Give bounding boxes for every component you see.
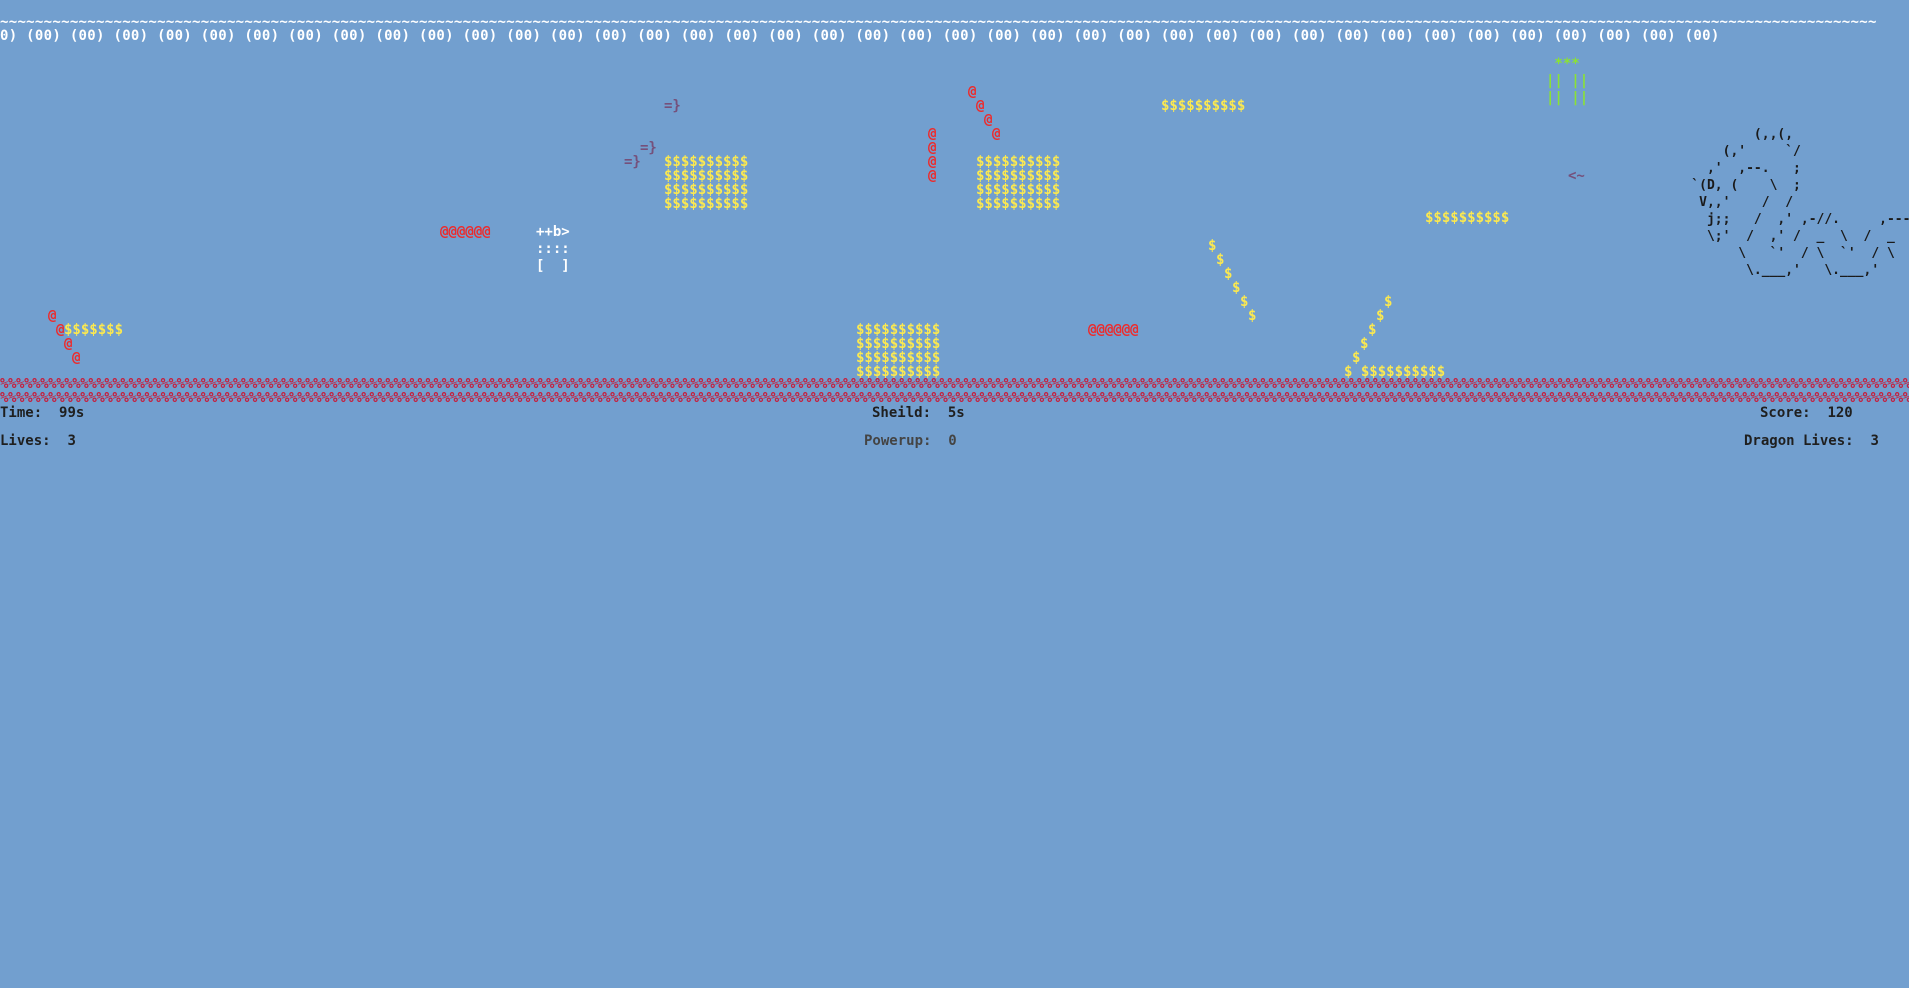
hud-time: Time: 99s xyxy=(0,405,84,422)
enemy: =} xyxy=(640,140,657,156)
obstacle-row: @@@@@@ xyxy=(440,224,491,240)
hud-shield: Sheild: 5s xyxy=(872,405,965,422)
coin-row: $$$$$$$$$$ xyxy=(1425,210,1510,226)
hud-score: Score: 120 xyxy=(1760,405,1853,422)
obstacle: @ xyxy=(992,126,1001,142)
hud-powerup-label: Powerup: xyxy=(864,433,932,449)
coin: $ xyxy=(1384,294,1393,310)
cloud-row: 0) (00) (00) (00) (00) (00) (00) (00) (0… xyxy=(0,28,1720,44)
player-character: ++b> :::: [ ] xyxy=(536,224,570,274)
coin: $ xyxy=(1376,308,1385,324)
coin: $ xyxy=(1248,308,1257,324)
obstacle-row: @@@@@@ xyxy=(1088,322,1139,338)
hud-powerup: Powerup: 0 xyxy=(864,433,957,450)
coin: $ xyxy=(1360,336,1369,352)
hud-dragon-lives-value: 3 xyxy=(1870,433,1879,449)
magnet-powerup: *** || || || || xyxy=(1546,56,1589,106)
hud-lives-value: 3 xyxy=(67,433,76,449)
hud-score-label: Score: xyxy=(1760,405,1811,421)
coin-row: $$$$$$$$$$ xyxy=(1161,98,1246,114)
coin-row: $$$$$$$$$$ xyxy=(664,196,749,212)
hud-shield-label: Sheild: xyxy=(872,405,932,421)
coin-row: $$$$$$$$$$ xyxy=(976,196,1061,212)
hud-dragon-lives-label: Dragon Lives: xyxy=(1744,433,1854,449)
obstacle: @ xyxy=(928,168,937,184)
hud-dragon-lives: Dragon Lives: 3 xyxy=(1744,433,1879,450)
hud-time-value: 99s xyxy=(59,405,85,421)
obstacle: @ xyxy=(72,350,81,366)
hud-lives: Lives: 3 xyxy=(0,433,76,450)
hud-powerup-value: 0 xyxy=(948,433,957,449)
dragon-boss: (,,(, (,' `/ ,' ,--. ; `(D, ( \ ; V,,' /… xyxy=(1691,127,1909,278)
hud-score-value: 120 xyxy=(1827,405,1853,421)
coin-row: $$$$$$$ xyxy=(64,322,124,338)
game-screen: ~~~~~~~~~~~~~~~~~~~~~~~~~~~~~~~~~~~~~~~~… xyxy=(0,0,1909,988)
dragon-bullet: <~ xyxy=(1568,168,1585,184)
hud-shield-value: 5s xyxy=(947,405,965,421)
hud-lives-label: Lives: xyxy=(0,433,51,449)
enemy: =} xyxy=(664,98,681,114)
coin: $ xyxy=(1368,322,1377,338)
hud-time-label: Time: xyxy=(0,405,43,421)
enemy: =} xyxy=(624,154,641,170)
